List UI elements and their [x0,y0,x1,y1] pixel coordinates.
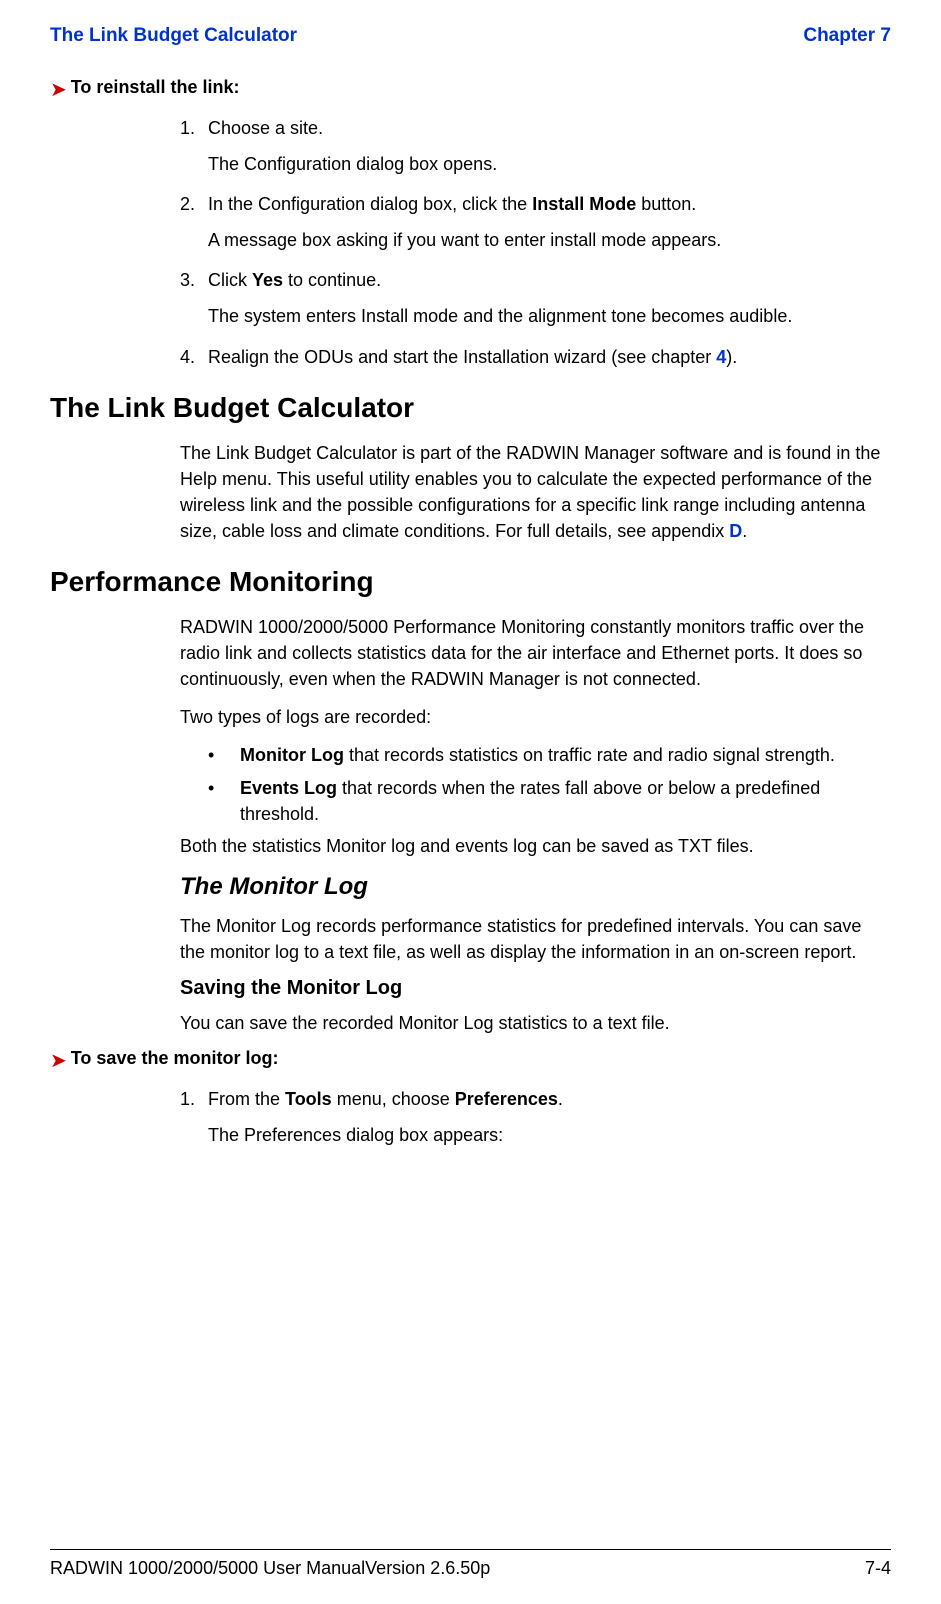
step-number: 1. [180,115,208,141]
list-item: • Events Log that records when the rates… [208,775,891,827]
text-fragment: to continue. [283,270,381,290]
step-4: 4. Realign the ODUs and start the Instal… [180,344,891,370]
paragraph: The Monitor Log records performance stat… [180,913,891,965]
list-item: • Monitor Log that records statistics on… [208,742,891,768]
step-text: Realign the ODUs and start the Installat… [208,344,891,370]
text-fragment: Realign the ODUs and start the Installat… [208,347,716,367]
header-left: The Link Budget Calculator [50,25,297,47]
step-number: 4. [180,344,208,370]
step-2-result: A message box asking if you want to ente… [208,227,891,253]
step-1: 1. From the Tools menu, choose Preferenc… [180,1086,891,1112]
bold-term: Tools [285,1089,332,1109]
step-2: 2. In the Configuration dialog box, clic… [180,191,891,217]
text-fragment: In the Configuration dialog box, click t… [208,194,532,214]
step-number: 3. [180,267,208,293]
paragraph: You can save the recorded Monitor Log st… [180,1010,891,1036]
step-number: 1. [180,1086,208,1112]
paragraph: Two types of logs are recorded: [180,704,891,730]
bullet-text: Monitor Log that records statistics on t… [240,742,891,768]
step-number: 2. [180,191,208,217]
footer-left: RADWIN 1000/2000/5000 User ManualVersion… [50,1558,490,1579]
header-right: Chapter 7 [803,25,891,47]
heading-monitor-log: The Monitor Log [180,873,891,901]
text-fragment: menu, choose [332,1089,455,1109]
step-1-result: The Configuration dialog box opens. [208,151,891,177]
step-text: In the Configuration dialog box, click t… [208,191,891,217]
text-fragment: . [742,521,747,541]
procedure-reinstall-link: ➤ To reinstall the link: [50,77,891,103]
bullet-icon: • [208,775,240,827]
step-3: 3. Click Yes to continue. [180,267,891,293]
text-fragment: button. [636,194,696,214]
bold-term: Install Mode [532,194,636,214]
heading-saving-monitor-log: Saving the Monitor Log [180,977,891,1000]
text-fragment: ). [726,347,737,367]
step-text: From the Tools menu, choose Preferences. [208,1086,891,1112]
step-text: Choose a site. [208,115,891,141]
paragraph: RADWIN 1000/2000/5000 Performance Monito… [180,614,891,692]
procedure-title-text: To reinstall the link: [71,77,240,98]
text-fragment: Click [208,270,252,290]
cross-ref-link[interactable]: 4 [716,347,726,367]
paragraph: The Link Budget Calculator is part of th… [180,440,891,544]
text-fragment: . [558,1089,563,1109]
chevron-icon: ➤ [50,77,67,103]
cross-ref-link[interactable]: D [729,521,742,541]
footer-right: 7-4 [865,1558,891,1579]
procedure-title-text: To save the monitor log: [71,1048,279,1069]
bold-term: Monitor Log [240,745,344,765]
step-text: Click Yes to continue. [208,267,891,293]
chevron-icon: ➤ [50,1048,67,1074]
page-header: The Link Budget Calculator Chapter 7 [50,25,891,47]
bold-term: Preferences [455,1089,558,1109]
bold-term: Yes [252,270,283,290]
step-1: 1. Choose a site. [180,115,891,141]
text-fragment: From the [208,1089,285,1109]
step-3-result: The system enters Install mode and the a… [208,303,891,329]
text-fragment: The Link Budget Calculator is part of th… [180,443,880,541]
page-footer: RADWIN 1000/2000/5000 User ManualVersion… [50,1549,891,1579]
text-fragment: that records statistics on traffic rate … [344,745,835,765]
heading-link-budget-calculator: The Link Budget Calculator [50,392,891,424]
heading-performance-monitoring: Performance Monitoring [50,566,891,598]
bold-term: Events Log [240,778,337,798]
paragraph: Both the statistics Monitor log and even… [180,833,891,859]
procedure-save-monitor-log: ➤ To save the monitor log: [50,1048,891,1074]
step-1-result: The Preferences dialog box appears: [208,1122,891,1148]
bullet-text: Events Log that records when the rates f… [240,775,891,827]
bullet-icon: • [208,742,240,768]
